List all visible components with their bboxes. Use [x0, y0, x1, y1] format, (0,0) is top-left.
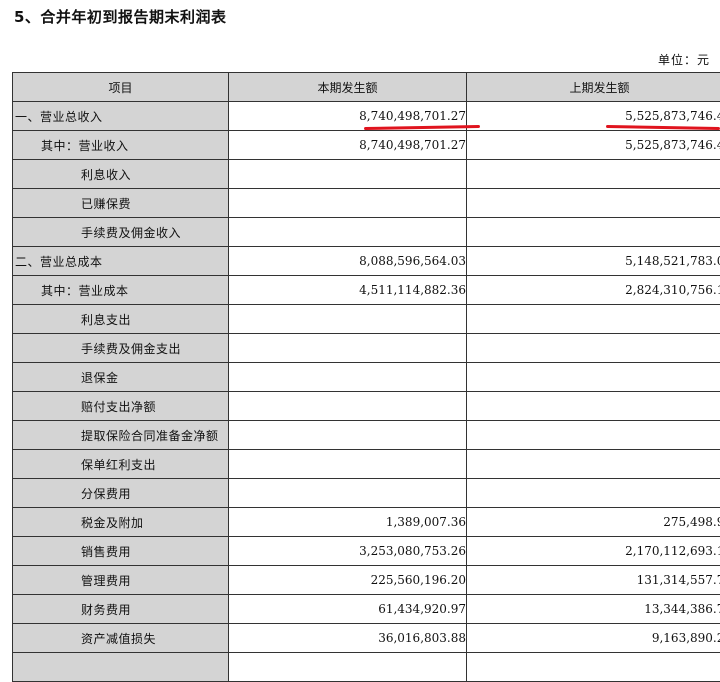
unit-label: 单位：元: [658, 51, 710, 68]
row-item-label: 退保金: [13, 363, 229, 392]
table-row: 赔付支出净额: [13, 392, 720, 421]
income-statement-table: 项目 本期发生额 上期发生额 一、营业总收入8,740,498,701.275,…: [12, 72, 720, 682]
header-current-period: 本期发生额: [229, 73, 467, 102]
row-previous-value: [467, 479, 720, 508]
row-item-label: 赔付支出净额: [13, 392, 229, 421]
row-current-value: [229, 218, 467, 247]
row-current-value: 225,560,196.20: [229, 566, 467, 595]
row-item-label: 管理费用: [13, 566, 229, 595]
row-current-value: 3,253,080,753.26: [229, 537, 467, 566]
row-item-label: 一、营业总收入: [13, 102, 229, 131]
row-item-label: 财务费用: [13, 595, 229, 624]
row-previous-value: 13,344,386.79: [467, 595, 720, 624]
table-row: 二、营业总成本8,088,596,564.035,148,521,783.07: [13, 247, 720, 276]
row-item-label: 其中：营业成本: [13, 276, 229, 305]
header-previous-period: 上期发生额: [467, 73, 720, 102]
row-previous-value: 2,824,310,756.19: [467, 276, 720, 305]
table-row: 利息支出: [13, 305, 720, 334]
row-current-value: [229, 392, 467, 421]
row-previous-value: [467, 218, 720, 247]
header-item: 项目: [13, 73, 229, 102]
row-item-label: 保单红利支出: [13, 450, 229, 479]
table-row: [13, 653, 720, 682]
row-current-value: 1,389,007.36: [229, 508, 467, 537]
row-previous-value: 5,148,521,783.07: [467, 247, 720, 276]
table-header-row: 项目 本期发生额 上期发生额: [13, 73, 720, 102]
row-current-value: 8,088,596,564.03: [229, 247, 467, 276]
row-current-value: [229, 363, 467, 392]
table-row: 手续费及佣金支出: [13, 334, 720, 363]
row-item-label: 二、营业总成本: [13, 247, 229, 276]
row-previous-value: [467, 392, 720, 421]
row-previous-value: [467, 421, 720, 450]
table-row: 管理费用225,560,196.20131,314,557.75: [13, 566, 720, 595]
table-row: 税金及附加1,389,007.36275,498.94: [13, 508, 720, 537]
table-row: 其中：营业成本4,511,114,882.362,824,310,756.19: [13, 276, 720, 305]
row-current-value: [229, 421, 467, 450]
table-row: 销售费用3,253,080,753.262,170,112,693.17: [13, 537, 720, 566]
table-row: 财务费用61,434,920.9713,344,386.79: [13, 595, 720, 624]
row-previous-value: [467, 189, 720, 218]
table-row: 退保金: [13, 363, 720, 392]
row-previous-value: 131,314,557.75: [467, 566, 720, 595]
row-current-value: [229, 189, 467, 218]
row-current-value: 61,434,920.97: [229, 595, 467, 624]
row-previous-value: [467, 450, 720, 479]
row-current-value: 8,740,498,701.27: [229, 131, 467, 160]
row-previous-value: [467, 305, 720, 334]
row-previous-value: 2,170,112,693.17: [467, 537, 720, 566]
table-row: 利息收入: [13, 160, 720, 189]
row-item-label: 已赚保费: [13, 189, 229, 218]
page-title: 5、合并年初到报告期末利润表: [14, 6, 226, 27]
row-current-value: [229, 334, 467, 363]
row-previous-value: [467, 363, 720, 392]
table-row: 分保费用: [13, 479, 720, 508]
table-row: 已赚保费: [13, 189, 720, 218]
row-current-value: [229, 450, 467, 479]
row-previous-value: 5,525,873,746.42: [467, 131, 720, 160]
row-item-label: 手续费及佣金收入: [13, 218, 229, 247]
row-previous-value: [467, 653, 720, 682]
row-item-label: 税金及附加: [13, 508, 229, 537]
row-current-value: 4,511,114,882.36: [229, 276, 467, 305]
row-previous-value: 9,163,890.23: [467, 624, 720, 653]
row-current-value: [229, 653, 467, 682]
row-current-value: [229, 479, 467, 508]
table-row: 保单红利支出: [13, 450, 720, 479]
table-row: 提取保险合同准备金净额: [13, 421, 720, 450]
row-previous-value: 275,498.94: [467, 508, 720, 537]
row-item-label: 利息收入: [13, 160, 229, 189]
row-previous-value: [467, 334, 720, 363]
row-item-label: 手续费及佣金支出: [13, 334, 229, 363]
table-row: 手续费及佣金收入: [13, 218, 720, 247]
row-current-value: 36,016,803.88: [229, 624, 467, 653]
row-item-label: 其中：营业收入: [13, 131, 229, 160]
row-item-label: [13, 653, 229, 682]
row-current-value: [229, 305, 467, 334]
row-item-label: 提取保险合同准备金净额: [13, 421, 229, 450]
row-item-label: 利息支出: [13, 305, 229, 334]
row-current-value: [229, 160, 467, 189]
table-row: 其中：营业收入8,740,498,701.275,525,873,746.42: [13, 131, 720, 160]
row-item-label: 资产减值损失: [13, 624, 229, 653]
row-item-label: 销售费用: [13, 537, 229, 566]
row-item-label: 分保费用: [13, 479, 229, 508]
row-previous-value: [467, 160, 720, 189]
table-row: 资产减值损失36,016,803.889,163,890.23: [13, 624, 720, 653]
